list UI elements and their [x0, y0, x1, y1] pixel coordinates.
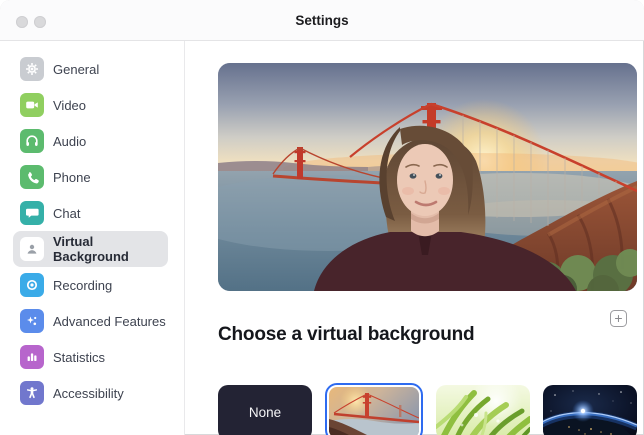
video-preview: [218, 63, 637, 291]
bar-chart-icon: [20, 345, 44, 369]
sidebar-item-chat[interactable]: Chat: [13, 195, 168, 231]
sidebar-item-virtual-background[interactable]: Virtual Background: [13, 231, 168, 267]
settings-window: Settings General Video Audio: [0, 0, 644, 435]
sidebar-item-label: Chat: [53, 206, 80, 221]
sidebar-item-label: Recording: [53, 278, 112, 293]
window-title: Settings: [295, 13, 348, 28]
golden-gate-thumbnail: [329, 387, 419, 435]
add-background-button[interactable]: +: [610, 310, 627, 327]
minimize-button[interactable]: [34, 16, 46, 28]
sidebar-item-label: Statistics: [53, 350, 105, 365]
video-camera-icon: [20, 93, 44, 117]
sidebar-item-label: Accessibility: [53, 386, 124, 401]
sidebar-item-label: Phone: [53, 170, 91, 185]
headphones-icon: [20, 129, 44, 153]
background-option-none[interactable]: None: [218, 385, 312, 435]
sidebar-item-label: Video: [53, 98, 86, 113]
titlebar: Settings: [0, 0, 644, 41]
portrait-icon: [20, 237, 44, 261]
choose-background-heading: Choose a virtual background: [218, 324, 474, 346]
sidebar-item-general[interactable]: General: [13, 51, 168, 87]
sparkles-icon: [20, 309, 44, 333]
sidebar-item-label: Advanced Features: [53, 314, 166, 329]
sidebar-item-label: Audio: [53, 134, 86, 149]
close-button[interactable]: [16, 16, 28, 28]
sidebar-item-video[interactable]: Video: [13, 87, 168, 123]
background-option-golden-gate-selected[interactable]: [325, 383, 423, 435]
sidebar-item-statistics[interactable]: Statistics: [13, 339, 168, 375]
accessibility-icon: [20, 381, 44, 405]
gear-icon: [20, 57, 44, 81]
sidebar-item-advanced-features[interactable]: Advanced Features: [13, 303, 168, 339]
background-thumbnails: None: [218, 383, 644, 435]
sidebar-item-recording[interactable]: Recording: [13, 267, 168, 303]
record-icon: [20, 273, 44, 297]
grass-thumbnail: [436, 385, 530, 435]
background-option-grass[interactable]: [436, 385, 530, 435]
chat-bubble-icon: [20, 201, 44, 225]
settings-sidebar: General Video Audio Phone: [0, 41, 185, 435]
phone-icon: [20, 165, 44, 189]
sidebar-item-phone[interactable]: Phone: [13, 159, 168, 195]
earth-thumbnail: [543, 385, 637, 435]
sidebar-item-accessibility[interactable]: Accessibility: [13, 375, 168, 411]
sidebar-item-audio[interactable]: Audio: [13, 123, 168, 159]
window-controls: [16, 16, 46, 28]
virtual-background-panel: Choose a virtual background + None: [185, 41, 644, 435]
none-label: None: [249, 405, 281, 420]
sidebar-item-label: General: [53, 62, 99, 77]
sidebar-item-label: Virtual Background: [53, 234, 168, 264]
background-option-earth[interactable]: [543, 385, 637, 435]
preview-scene-golden-gate: [218, 63, 637, 291]
